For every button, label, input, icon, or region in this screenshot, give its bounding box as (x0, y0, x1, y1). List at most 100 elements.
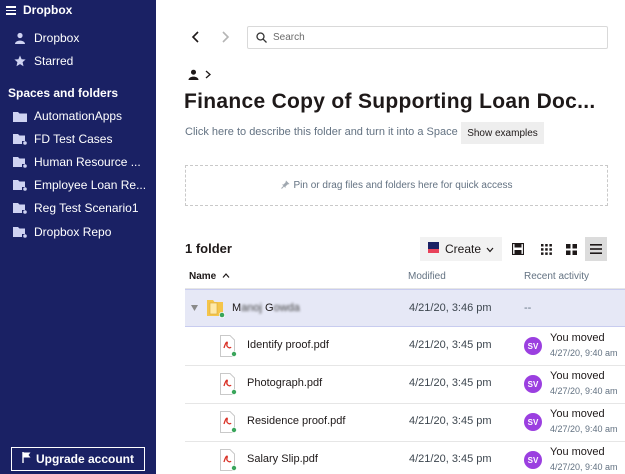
folder-description[interactable]: Click here to describe this folder and t… (185, 126, 458, 138)
app-title: Dropbox (23, 3, 73, 17)
breadcrumb (188, 69, 212, 80)
back-button[interactable] (187, 28, 205, 46)
list-icon (590, 244, 602, 254)
sidebar-item-starred[interactable]: Starred (12, 53, 73, 69)
file-name[interactable]: Photograph.pdf (247, 377, 322, 389)
table-row[interactable]: Salary Slip.pdf 4/21/20, 3:45 pm SV You … (185, 441, 625, 474)
sidebar-item-label: Human Resource ... (34, 155, 141, 169)
page-title: Finance Copy of Supporting Loan Doc... (184, 90, 596, 113)
save-to-device-button[interactable] (507, 237, 529, 261)
shared-folder-icon (12, 155, 28, 169)
large-grid-view-button[interactable] (560, 237, 582, 261)
sidebar: Dropbox Dropbox Starred Spaces and folde… (0, 0, 156, 474)
activity-time: 4/27/20, 9:40 am (550, 424, 618, 434)
menu-icon[interactable] (6, 6, 16, 15)
dropzone-text: Pin or drag files and folders here for q… (293, 180, 513, 191)
sidebar-folder-fd-test-cases[interactable]: FD Test Cases (12, 131, 112, 147)
column-header-modified[interactable]: Modified (408, 271, 446, 282)
shared-folder-icon (12, 132, 28, 146)
avatar[interactable]: SV (524, 413, 542, 431)
sidebar-folder-reg-test[interactable]: Reg Test Scenario1 (12, 200, 139, 216)
modified-date: 4/21/20, 3:45 pm (409, 339, 492, 351)
flag-icon (22, 452, 31, 466)
modified-date: 4/21/20, 3:45 pm (409, 453, 492, 465)
table-row[interactable]: Manoj Gowda 4/21/20, 3:46 pm -- (185, 289, 625, 327)
activity-text: You moved (550, 370, 605, 382)
sidebar-item-label: FD Test Cases (34, 132, 113, 146)
shared-folder-icon (12, 178, 28, 192)
chevron-right-icon (222, 31, 230, 43)
item-count: 1 folder (185, 241, 232, 256)
forward-button[interactable] (216, 28, 234, 46)
pdf-file-icon (220, 449, 237, 471)
small-grid-view-button[interactable] (535, 237, 557, 261)
upgrade-account-button[interactable]: Upgrade account (11, 447, 145, 471)
small-grid-icon (540, 243, 552, 255)
sort-ascending-icon (222, 273, 230, 278)
sidebar-item-dropbox[interactable]: Dropbox (12, 30, 79, 46)
activity-time: 4/27/20, 9:40 am (550, 386, 618, 396)
show-examples-button[interactable]: Show examples (461, 122, 544, 144)
sidebar-header: Dropbox (6, 3, 72, 17)
star-icon (12, 54, 28, 68)
expand-caret-icon[interactable] (191, 305, 198, 311)
person-icon (12, 31, 28, 45)
sidebar-item-label: Employee Loan Re... (34, 178, 147, 192)
pdf-file-icon (220, 411, 237, 433)
sidebar-item-label: Dropbox (34, 31, 80, 45)
create-icon (427, 242, 439, 256)
large-grid-icon (565, 243, 577, 255)
modified-date: 4/21/20, 3:45 pm (409, 415, 492, 427)
sidebar-item-label: Dropbox Repo (34, 225, 112, 239)
pin-icon (280, 180, 290, 192)
upgrade-label: Upgrade account (35, 452, 134, 466)
chevron-left-icon (191, 31, 199, 43)
shared-folder-icon (207, 300, 225, 318)
sidebar-folder-dropbox-repo[interactable]: Dropbox Repo (12, 224, 111, 240)
file-name[interactable]: Residence proof.pdf (247, 415, 345, 427)
chevron-down-icon (486, 242, 494, 256)
pdf-file-icon (220, 373, 237, 395)
list-view-button[interactable] (585, 237, 607, 261)
avatar[interactable]: SV (524, 375, 542, 393)
shared-folder-icon (12, 225, 28, 239)
search-bar[interactable] (247, 26, 608, 49)
file-name[interactable]: Identify proof.pdf (247, 339, 329, 351)
person-icon[interactable] (188, 69, 199, 80)
recent-activity: -- (524, 302, 532, 314)
file-name[interactable]: Salary Slip.pdf (247, 453, 318, 465)
pin-dropzone[interactable]: Pin or drag files and folders here for q… (185, 165, 608, 206)
modified-date: 4/21/20, 3:46 pm (409, 302, 492, 314)
folder-name[interactable]: Manoj Gowda (232, 302, 300, 314)
table-row[interactable]: Identify proof.pdf 4/21/20, 3:45 pm SV Y… (185, 327, 625, 365)
column-header-activity[interactable]: Recent activity (524, 271, 589, 282)
table-row[interactable]: Residence proof.pdf 4/21/20, 3:45 pm SV … (185, 403, 625, 441)
create-button[interactable]: Create (420, 237, 502, 261)
floppy-icon (512, 243, 524, 255)
pdf-file-icon (220, 335, 237, 357)
chevron-right-icon (205, 70, 211, 79)
table-row[interactable]: Photograph.pdf 4/21/20, 3:45 pm SV You m… (185, 365, 625, 403)
shared-folder-icon (12, 201, 28, 215)
activity-text: You moved (550, 332, 605, 344)
activity-time: 4/27/20, 9:40 am (550, 462, 618, 472)
modified-date: 4/21/20, 3:45 pm (409, 377, 492, 389)
search-input[interactable] (273, 32, 593, 43)
spaces-section-title: Spaces and folders (8, 86, 119, 100)
search-icon (256, 32, 267, 43)
avatar[interactable]: SV (524, 451, 542, 469)
sidebar-item-label: Starred (34, 54, 74, 68)
folder-icon (12, 109, 28, 123)
column-header-name[interactable]: Name (189, 271, 230, 282)
dropbox-app: Dropbox Dropbox Starred Spaces and folde… (0, 0, 625, 474)
activity-text: You moved (550, 446, 605, 458)
create-label: Create (444, 242, 482, 256)
activity-time: 4/27/20, 9:40 am (550, 348, 618, 358)
sidebar-folder-human-resource[interactable]: Human Resource ... (12, 154, 141, 170)
activity-text: You moved (550, 408, 605, 420)
sidebar-item-label: AutomationApps (34, 109, 123, 123)
sidebar-item-label: Reg Test Scenario1 (34, 201, 139, 215)
sidebar-folder-automationapps[interactable]: AutomationApps (12, 108, 122, 124)
avatar[interactable]: SV (524, 337, 542, 355)
sidebar-folder-employee-loan[interactable]: Employee Loan Re... (12, 177, 146, 193)
